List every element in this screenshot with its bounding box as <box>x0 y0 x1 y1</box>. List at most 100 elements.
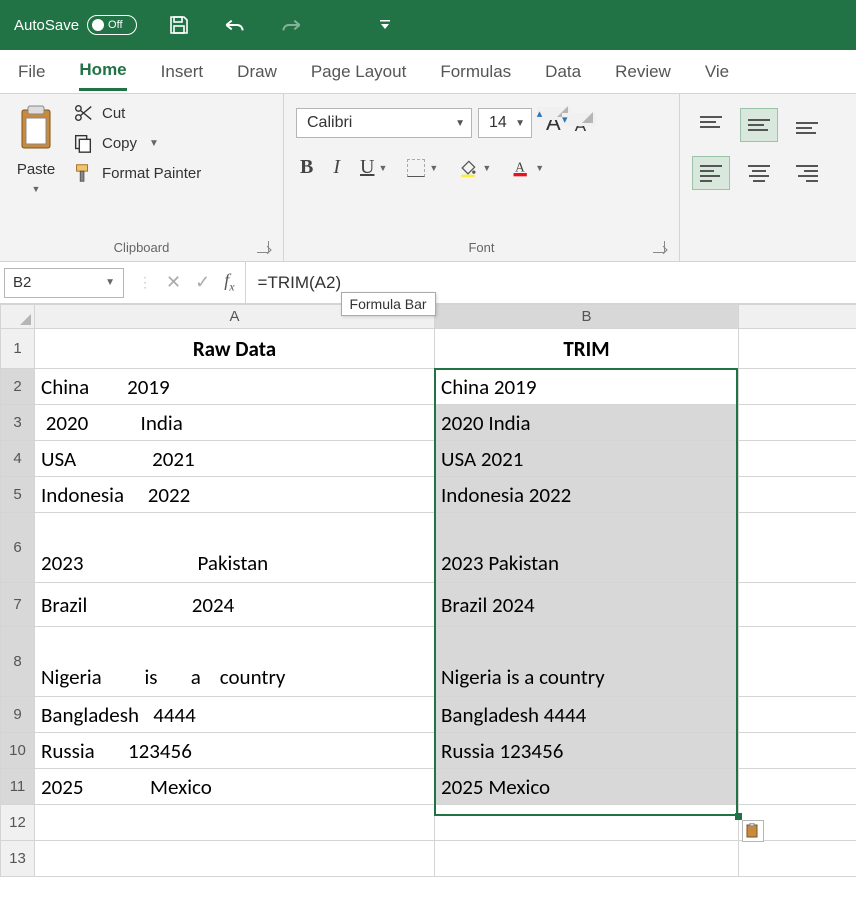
align-right-button[interactable] <box>788 156 826 190</box>
cell[interactable]: Nigeria is a country <box>35 627 435 697</box>
row-header[interactable]: 4 <box>1 441 35 477</box>
copy-button[interactable]: Copy ▼ <box>72 132 201 154</box>
tab-home[interactable]: Home <box>79 52 126 91</box>
row-header[interactable]: 1 <box>1 329 35 369</box>
cell[interactable] <box>35 841 435 877</box>
cell[interactable] <box>739 841 856 877</box>
format-painter-label: Format Painter <box>102 165 201 182</box>
row-header[interactable]: 13 <box>1 841 35 877</box>
cell[interactable]: Russia 123456 <box>435 733 739 769</box>
cell[interactable]: 2023 Pakistan <box>35 513 435 583</box>
cell[interactable] <box>739 697 856 733</box>
cell[interactable] <box>739 405 856 441</box>
cell[interactable]: Nigeria is a country <box>435 627 739 697</box>
align-middle-button[interactable] <box>740 108 778 142</box>
cell[interactable] <box>739 627 856 697</box>
font-size-combo[interactable]: 14 ▼ <box>478 108 532 138</box>
row-header[interactable]: 11 <box>1 769 35 805</box>
col-header-b[interactable]: B <box>435 305 739 329</box>
cell[interactable] <box>739 369 856 405</box>
tab-view[interactable]: Vie <box>705 54 729 90</box>
cell-a1[interactable]: Raw Data <box>35 329 435 369</box>
row-header[interactable]: 10 <box>1 733 35 769</box>
row-header[interactable]: 2 <box>1 369 35 405</box>
chevron-down-icon[interactable]: ▼ <box>149 138 159 149</box>
dialog-launcher-icon[interactable] <box>257 241 269 253</box>
cell[interactable]: Bangladesh 4444 <box>435 697 739 733</box>
cell[interactable] <box>739 477 856 513</box>
cell[interactable] <box>739 733 856 769</box>
cancel-formula-icon[interactable]: ✕ <box>166 272 181 293</box>
formula-controls: ⋮ ✕ ✓ fx <box>128 270 245 295</box>
accept-formula-icon[interactable]: ✓ <box>195 272 210 293</box>
autosave-toggle[interactable]: AutoSave Off <box>14 15 137 35</box>
tab-data[interactable]: Data <box>545 54 581 90</box>
tab-insert[interactable]: Insert <box>161 54 204 90</box>
cell[interactable] <box>739 441 856 477</box>
row-header[interactable]: 6 <box>1 513 35 583</box>
cell[interactable]: 2025 Mexico <box>435 769 739 805</box>
font-color-button[interactable]: A▼ <box>511 158 544 178</box>
format-painter-button[interactable]: Format Painter <box>72 162 201 184</box>
cell[interactable]: 2025 Mexico <box>35 769 435 805</box>
decrease-font-button[interactable]: A▾ <box>575 116 586 136</box>
cell[interactable]: Indonesia 2022 <box>435 477 739 513</box>
cell-b1[interactable]: TRIM <box>435 329 739 369</box>
cell[interactable]: USA 2021 <box>35 441 435 477</box>
cell[interactable] <box>739 329 856 369</box>
font-name-combo[interactable]: Calibri ▼ <box>296 108 472 138</box>
autosave-switch[interactable]: Off <box>87 15 137 35</box>
row-header[interactable]: 12 <box>1 805 35 841</box>
increase-font-button[interactable]: A▴ <box>546 110 561 136</box>
tab-formulas[interactable]: Formulas <box>440 54 511 90</box>
cell[interactable]: Bangladesh 4444 <box>35 697 435 733</box>
bold-button[interactable]: B <box>300 156 313 179</box>
align-top-button[interactable] <box>692 108 730 142</box>
dialog-launcher-icon[interactable] <box>653 241 665 253</box>
spreadsheet-grid[interactable]: A B 1 Raw Data TRIM 2 China 2019 China 2… <box>0 304 856 877</box>
row-header[interactable]: 3 <box>1 405 35 441</box>
cell[interactable]: 2023 Pakistan <box>435 513 739 583</box>
cell[interactable]: USA 2021 <box>435 441 739 477</box>
cell[interactable]: 2020 India <box>435 405 739 441</box>
underline-button[interactable]: U▼ <box>360 156 387 179</box>
undo-icon[interactable] <box>221 11 249 39</box>
col-header-c[interactable] <box>739 305 856 329</box>
name-box[interactable]: B2 ▼ <box>4 268 124 298</box>
cell[interactable]: China 2019 <box>35 369 435 405</box>
row-header[interactable]: 9 <box>1 697 35 733</box>
italic-button[interactable]: I <box>333 156 340 179</box>
row-header[interactable]: 7 <box>1 583 35 627</box>
align-left-button[interactable] <box>692 156 730 190</box>
tab-page-layout[interactable]: Page Layout <box>311 54 406 90</box>
cell[interactable] <box>739 769 856 805</box>
border-button[interactable]: ▼ <box>407 159 438 177</box>
fill-color-button[interactable]: ▼ <box>458 158 491 178</box>
cut-button[interactable]: Cut <box>72 102 201 124</box>
cell[interactable] <box>739 513 856 583</box>
tab-draw[interactable]: Draw <box>237 54 277 90</box>
cell[interactable] <box>435 805 739 841</box>
row-header[interactable]: 5 <box>1 477 35 513</box>
cell[interactable]: 2020 India <box>35 405 435 441</box>
tab-file[interactable]: File <box>18 54 45 90</box>
cell[interactable] <box>35 805 435 841</box>
cell-b2-active[interactable]: China 2019 <box>435 369 739 405</box>
formula-input[interactable]: =TRIM(A2) Formula Bar <box>245 262 856 303</box>
cell[interactable]: Brazil 2024 <box>435 583 739 627</box>
save-icon[interactable] <box>165 11 193 39</box>
align-center-button[interactable] <box>740 156 778 190</box>
cell[interactable]: Indonesia 2022 <box>35 477 435 513</box>
paste-options-button[interactable] <box>742 820 764 842</box>
paste-button[interactable]: Paste ▼ <box>12 102 60 196</box>
qat-customize-icon[interactable] <box>371 11 399 39</box>
cell[interactable] <box>739 583 856 627</box>
align-bottom-button[interactable] <box>788 108 826 142</box>
tab-review[interactable]: Review <box>615 54 671 90</box>
cell[interactable] <box>435 841 739 877</box>
cell[interactable]: Russia 123456 <box>35 733 435 769</box>
fx-icon[interactable]: fx <box>224 270 234 295</box>
row-header[interactable]: 8 <box>1 627 35 697</box>
cell[interactable]: Brazil 2024 <box>35 583 435 627</box>
select-all-corner[interactable] <box>1 305 35 329</box>
